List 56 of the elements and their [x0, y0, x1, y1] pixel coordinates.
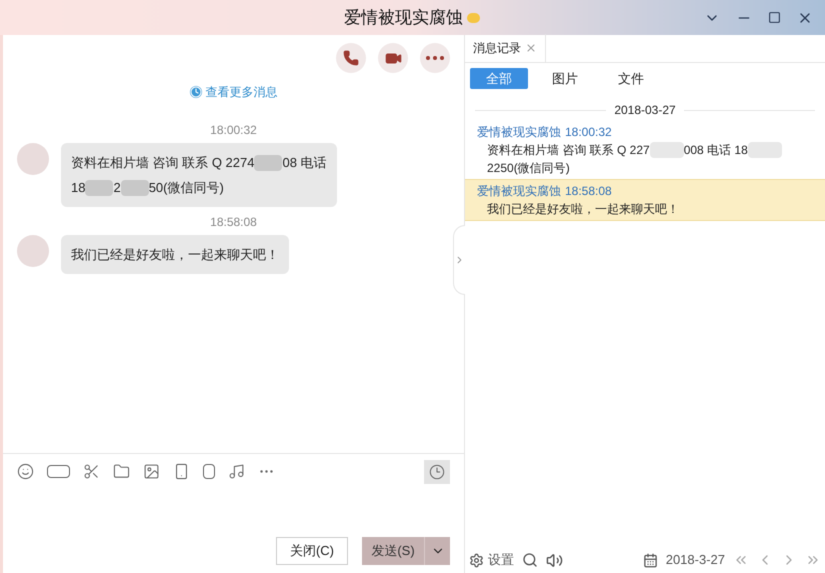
- load-more-link[interactable]: 查看更多消息: [206, 83, 278, 101]
- message-text: 2: [113, 179, 121, 197]
- message-time: 18:00:32: [210, 122, 257, 139]
- message-time: 18:58:08: [210, 214, 257, 231]
- avatar: [17, 235, 49, 267]
- filter-tab[interactable]: 图片: [536, 68, 594, 89]
- message-text: 2250(微信同号): [487, 160, 570, 177]
- clock-icon: [190, 86, 202, 98]
- history-entry[interactable]: 爱情被现实腐蚀 18:00:32 资料在相片墙 咨询 联系 Q 227 008 电话 18 2250(微信同号): [465, 121, 825, 179]
- sender-name: 爱情被现实腐蚀: [477, 124, 561, 141]
- tab-label: 消息记录: [473, 40, 521, 57]
- more-icon: [426, 56, 444, 60]
- message-text: 08 电话: [282, 154, 327, 172]
- send-button[interactable]: 发送(S): [362, 537, 424, 565]
- collapse-handle[interactable]: [453, 225, 465, 295]
- message-text: 008 电话 18: [684, 142, 748, 159]
- sender-name: 爱情被现实腐蚀: [477, 183, 561, 200]
- toolbar-icon[interactable]: [83, 463, 100, 480]
- current-date: 2018-3-27: [666, 551, 725, 570]
- redaction-block: [85, 180, 114, 196]
- toolbar-icon[interactable]: [228, 463, 245, 480]
- redaction-block: [254, 154, 282, 170]
- settings-icon[interactable]: [469, 552, 484, 568]
- avatar: [17, 143, 49, 175]
- message-text: 资料在相片墙 咨询 联系 Q 2274: [71, 154, 254, 172]
- message-text: 50(微信同号): [148, 179, 224, 197]
- maximize-icon[interactable]: [768, 11, 781, 24]
- history-entry[interactable]: 爱情被现实腐蚀 18:58:08 我们已经是好友啦，一起来聊天吧！: [465, 179, 825, 221]
- video-call-button[interactable]: [378, 43, 408, 73]
- speaker-icon[interactable]: [546, 552, 563, 568]
- history-button[interactable]: [424, 460, 450, 484]
- message-text: 18: [71, 179, 86, 197]
- entry-time: 18:00:32: [565, 124, 612, 141]
- toolbar-icon[interactable]: [143, 463, 160, 480]
- message-text: 我们已经是好友啦，一起来聊天吧！: [487, 201, 679, 218]
- close-icon[interactable]: [525, 42, 537, 54]
- filter-tab[interactable]: 文件: [602, 68, 660, 89]
- history-tab[interactable]: 消息记录: [465, 34, 546, 62]
- window-title: 爱情被现实腐蚀: [344, 6, 463, 29]
- search-icon[interactable]: [522, 552, 538, 568]
- redaction-block: [120, 180, 149, 196]
- entry-time: 18:58:08: [565, 183, 612, 200]
- phone-icon: [343, 50, 359, 66]
- badge-icon: [467, 12, 480, 22]
- clock-icon: [429, 464, 445, 480]
- date-divider: 2018-03-27: [614, 102, 676, 119]
- voice-call-button[interactable]: [336, 43, 366, 73]
- toolbar-icon[interactable]: [17, 463, 34, 480]
- message-text: 我们已经是好友啦，一起来聊天吧！: [71, 246, 279, 264]
- more-button[interactable]: [420, 43, 450, 73]
- toolbar-icon[interactable]: [173, 463, 190, 480]
- message-text: 资料在相片墙 咨询 联系 Q 227: [487, 142, 650, 159]
- toolbar-icon[interactable]: [113, 463, 130, 480]
- settings-link[interactable]: 设置: [488, 550, 514, 570]
- calendar-icon[interactable]: [642, 552, 658, 568]
- close-button[interactable]: 关闭(C): [276, 537, 348, 565]
